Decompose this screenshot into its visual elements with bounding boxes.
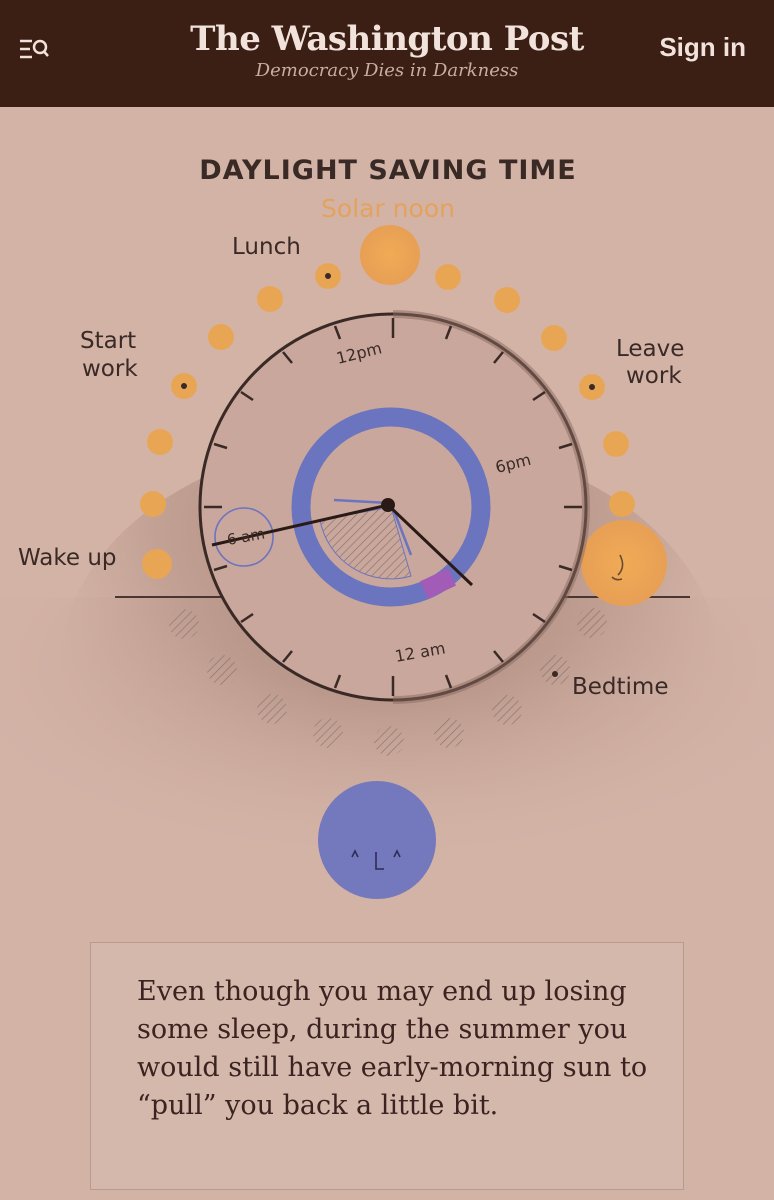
moon-face-icon bbox=[318, 781, 436, 899]
night-dot bbox=[374, 726, 404, 756]
wake-up-label: Wake up bbox=[18, 545, 117, 571]
bedtime-label: Bedtime bbox=[572, 674, 669, 700]
sun-dot bbox=[140, 491, 166, 517]
night-dot bbox=[577, 608, 607, 638]
caption-card: Even though you may end up losing some s… bbox=[90, 942, 684, 1190]
solar-noon-label: Solar noon bbox=[321, 194, 455, 223]
site-logo[interactable]: The Washington Post bbox=[0, 18, 774, 60]
lunch-marker-dot bbox=[325, 273, 331, 279]
night-dot bbox=[313, 718, 343, 748]
sun-dot bbox=[257, 286, 283, 312]
sun-dot bbox=[494, 287, 520, 313]
leave-work-label-line1: Leave bbox=[616, 336, 684, 362]
caption-text: Even though you may end up losing some s… bbox=[137, 976, 648, 1121]
leave-work-label-line2: work bbox=[626, 363, 682, 389]
night-dot bbox=[492, 695, 522, 725]
illustration-title: DAYLIGHT SAVING TIME bbox=[199, 155, 577, 186]
site-header: The Washington Post Democracy Dies in Da… bbox=[0, 0, 774, 107]
bedtime-marker-dot bbox=[552, 671, 558, 677]
sign-in-link[interactable]: Sign in bbox=[659, 32, 746, 63]
daylight-saving-illustration: DAYLIGHT SAVING TIME Solar noon 12pm 6pm… bbox=[0, 155, 774, 937]
sun-dot bbox=[208, 324, 234, 350]
lunch-label: Lunch bbox=[232, 234, 301, 260]
masthead: The Washington Post Democracy Dies in Da… bbox=[0, 18, 774, 82]
night-dot bbox=[257, 694, 287, 724]
sun-dot bbox=[142, 549, 172, 579]
night-dot bbox=[540, 655, 570, 685]
solar-noon-sun bbox=[360, 225, 420, 285]
sleep-shift-segment bbox=[419, 568, 457, 599]
night-dot bbox=[434, 718, 464, 748]
setting-sun-icon bbox=[581, 520, 667, 606]
start-work-label-line2: work bbox=[82, 356, 138, 382]
site-tagline: Democracy Dies in Darkness bbox=[255, 60, 519, 81]
night-dot bbox=[207, 655, 237, 685]
sun-dot bbox=[603, 431, 629, 457]
leave-work-marker-dot bbox=[589, 384, 595, 390]
sun-dot bbox=[541, 325, 567, 351]
sun-dot bbox=[147, 429, 173, 455]
sun-dot bbox=[435, 264, 461, 290]
clock: 12pm 6pm 6 am 12 am bbox=[198, 310, 590, 704]
night-dot bbox=[169, 609, 199, 639]
sun-dot bbox=[609, 491, 635, 517]
start-work-label-line1: Start bbox=[80, 328, 136, 354]
start-work-marker-dot bbox=[181, 383, 187, 389]
